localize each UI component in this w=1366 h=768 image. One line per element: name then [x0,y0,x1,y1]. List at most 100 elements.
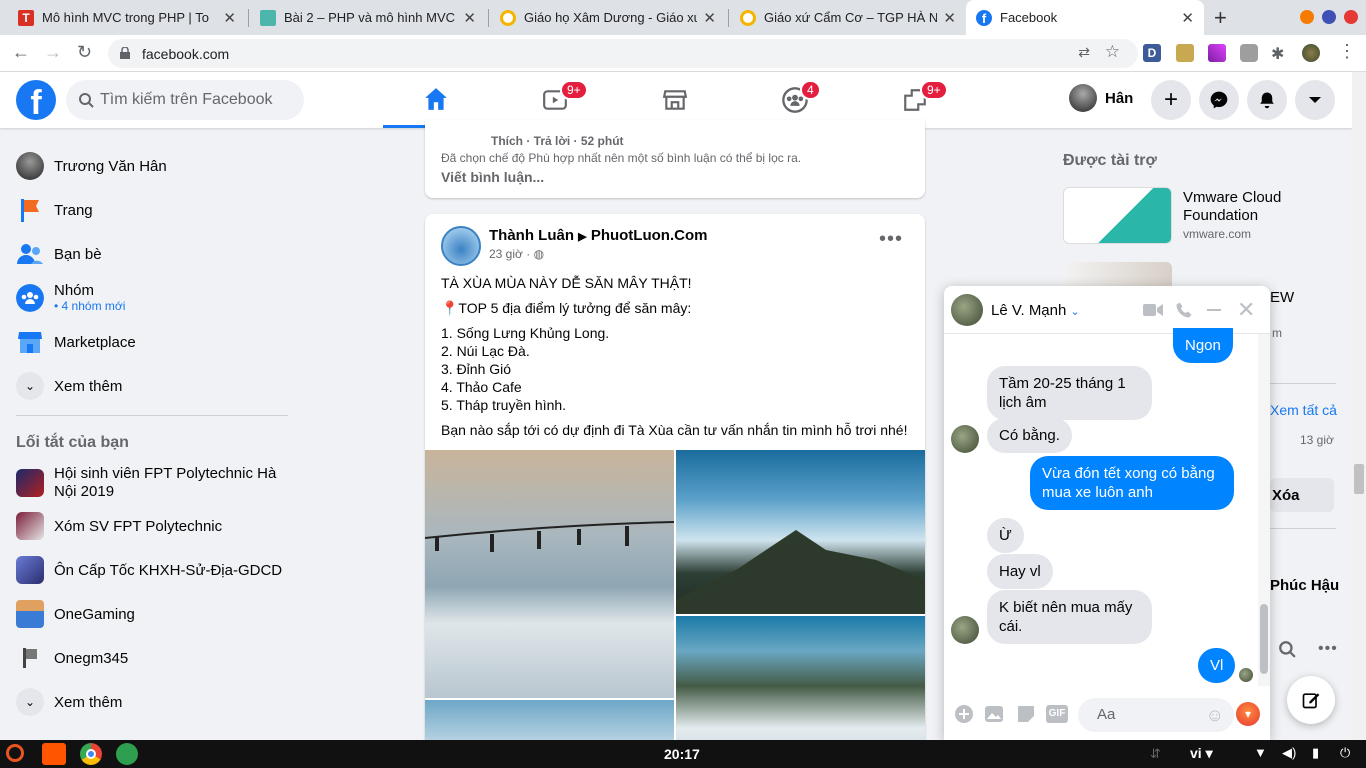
new-message-button[interactable] [1287,676,1335,724]
shortcut-item[interactable]: OneGaming [16,600,135,628]
scrollbar-thumb[interactable] [1354,464,1364,494]
post-photo-2[interactable] [676,450,925,614]
facebook-logo[interactable]: f [16,80,56,120]
sidebar-item-label: Xem thêm [54,377,123,395]
forward-icon[interactable]: → [44,42,62,63]
close-tab-icon[interactable]: ✕ [463,9,476,27]
post-page-name[interactable]: PhuotLuon.Com [591,227,708,244]
clock[interactable]: 20:17 [664,746,700,762]
close-tab-icon[interactable]: ✕ [943,9,956,27]
contacts-options-icon[interactable]: ••• [1318,640,1338,658]
comment-actions[interactable]: Thích · Trả lời · 52 phút [491,134,624,148]
wifi-icon[interactable]: ▼ [1254,745,1267,760]
ad-title[interactable]: Vmware Cloud Foundation [1183,189,1333,225]
contacts-search-icon[interactable] [1278,640,1296,663]
soundcloud-icon[interactable] [42,743,66,765]
chat-scrollbar[interactable] [1258,334,1270,686]
sidebar-item-friends[interactable]: Bạn bè [16,240,102,268]
extension-pen-icon[interactable] [1208,44,1226,62]
browser-tab-4[interactable]: Giáo xứ Cẩm Cơ – TGP HÀ NỘ ✕ [730,0,966,35]
shortcut-item[interactable]: Hội sinh viên FPT Polytechnic Hà Nội 201… [16,465,296,501]
delete-request-button[interactable]: Xóa [1270,478,1334,512]
new-tab-button[interactable]: + [1214,5,1227,31]
shortcuts-see-more[interactable]: ⌄ Xem thêm [16,688,122,716]
see-all-link[interactable]: Xem tất cả [1270,402,1337,418]
video-call-icon[interactable] [1143,303,1163,317]
back-icon[interactable]: ← [12,42,30,63]
create-plus-button[interactable]: + [1151,80,1191,120]
maximize-window-button[interactable] [1322,10,1336,24]
shortcut-item[interactable]: Onegm345 [16,644,128,672]
sidebar-item-pages[interactable]: Trang [16,196,93,224]
gif-icon[interactable]: GIF [1046,705,1068,723]
post-photo-1[interactable] [425,450,674,698]
contact-name-partial[interactable]: Phúc Hậu [1270,577,1339,594]
keyboard-layout[interactable]: vi ▾ [1190,745,1213,762]
post-text-line: 📍TOP 5 địa điểm lý tưởng để săn mây: [441,300,692,316]
profile-button[interactable]: Hân [1069,84,1133,112]
sidebar-item-groups[interactable]: Nhóm • 4 nhóm mới [16,282,125,313]
chat-avatar[interactable] [951,294,983,326]
chrome-icon[interactable] [80,743,102,765]
post-more-options-icon[interactable]: ••• [879,229,903,249]
phone-call-icon[interactable] [1175,301,1193,319]
browser-tab-3[interactable]: Giáo họ Xâm Dương - Giáo xứ ✕ [490,0,726,35]
emoji-icon[interactable]: ☺ [1206,705,1224,726]
post-time[interactable]: 23 giờ · ◍ [489,247,544,261]
angry-emoji-reaction-icon[interactable]: ▾ [1236,702,1260,726]
extension-d-icon[interactable]: D [1143,44,1161,62]
translate-icon[interactable]: ⇄ [1078,44,1090,61]
ad-title-partial[interactable]: EW [1270,289,1294,306]
sidebar-see-more[interactable]: ⌄ Xem thêm [16,372,122,400]
close-window-button[interactable] [1344,10,1358,24]
sidebar-item-profile[interactable]: Trương Văn Hân [16,152,167,180]
browser-tab-1[interactable]: T Mô hình MVC trong PHP | To ✕ [8,0,246,35]
minimize-window-button[interactable] [1300,10,1314,24]
account-menu-button[interactable] [1295,80,1335,120]
extension-icon[interactable] [1176,44,1194,62]
minimize-chat-icon[interactable] [1207,309,1221,311]
previous-post-card: Thích · Trả lời · 52 phút Đã chọn chế độ… [425,120,925,198]
messenger-button[interactable] [1199,80,1239,120]
search-input[interactable]: Tìm kiếm trên Facebook [66,80,304,120]
volume-icon[interactable]: ◀) [1282,745,1296,761]
plus-circle-icon[interactable] [954,704,974,724]
ubuntu-menu-icon[interactable] [6,744,24,762]
sticker-icon[interactable] [1016,704,1036,724]
close-tab-icon[interactable]: ✕ [1181,9,1194,27]
battery-icon[interactable]: ▮ [1312,745,1319,761]
camera-icon[interactable] [1240,44,1258,62]
scrollbar-thumb[interactable] [1260,604,1268,674]
message-input[interactable]: Aa ☺ [1078,698,1234,732]
author-avatar[interactable] [441,226,481,266]
photo-icon[interactable] [984,704,1004,724]
power-icon[interactable]: ⏻ [1340,745,1350,761]
shortcut-item[interactable]: Xóm SV FPT Polytechnic [16,512,222,540]
shortcut-label: OneGaming [54,605,135,623]
close-chat-icon[interactable]: ✕ [1237,297,1255,323]
profile-avatar[interactable] [1302,44,1320,62]
browser-tab-5-active[interactable]: f Facebook ✕ [966,0,1204,35]
extensions-puzzle-icon[interactable]: ✱ [1271,44,1289,63]
shortcut-item[interactable]: Ôn Cấp Tốc KHXH-Sử-Địa-GDCD [16,556,282,584]
write-comment-link[interactable]: Viết bình luận... [441,169,544,185]
close-tab-icon[interactable]: ✕ [223,9,236,27]
address-bar[interactable]: facebook.com ⇄ ☆ [108,39,1138,68]
browser-tab-2[interactable]: Bài 2 – PHP và mô hình MVC - ✕ [250,0,486,35]
post-author-name[interactable]: Thành Luân [489,227,574,244]
chat-contact-name[interactable]: Lê V. Mạnh ⌄ [991,302,1080,319]
ad-image[interactable] [1063,187,1172,244]
close-tab-icon[interactable]: ✕ [703,9,716,27]
group-avatar [16,512,44,540]
network-indicator-icon[interactable]: ⇵ [1150,746,1161,762]
sidebar-item-marketplace[interactable]: Marketplace [16,328,136,356]
page-scrollbar[interactable] [1352,72,1366,740]
post-photo-3[interactable] [676,616,925,754]
facebook-favicon-icon: f [976,9,992,26]
bookmark-star-icon[interactable]: ☆ [1105,42,1120,62]
notifications-button[interactable] [1247,80,1287,120]
reload-icon[interactable]: ↻ [77,42,92,63]
string-lights-image [425,521,674,552]
globe-app-icon[interactable] [116,743,138,765]
chrome-menu-icon[interactable]: ⋮ [1338,41,1356,62]
